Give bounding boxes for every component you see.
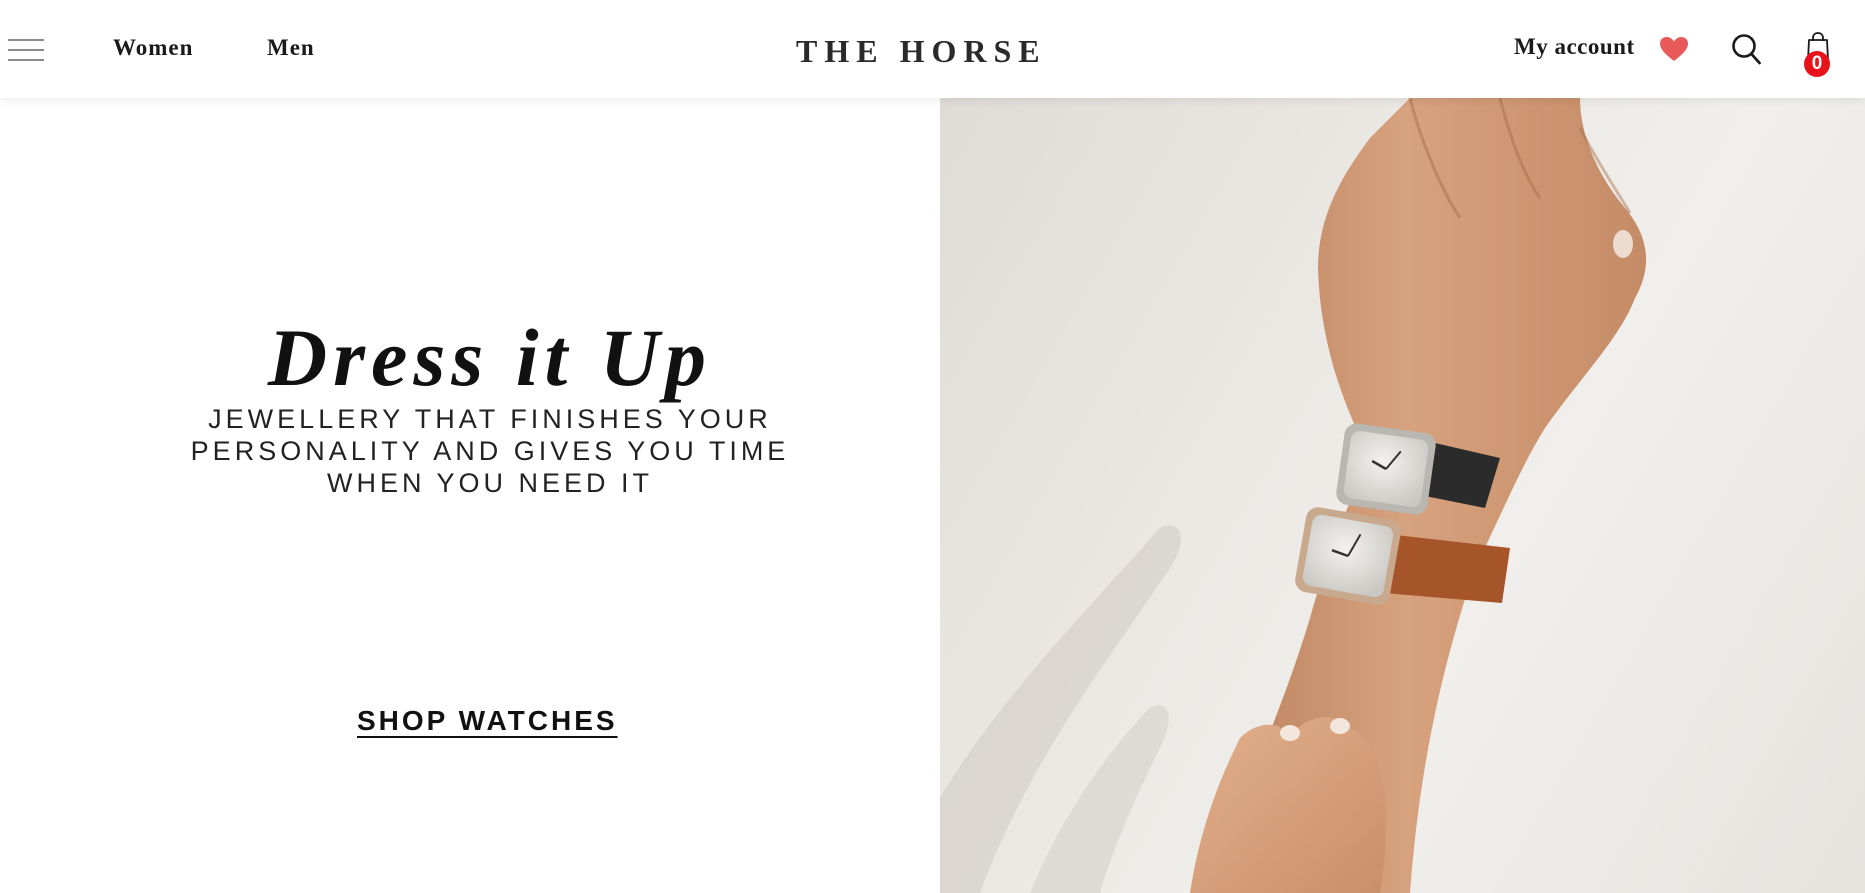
hero-image <box>940 98 1865 893</box>
wrist-watches-photo <box>940 98 1647 893</box>
brand-logo[interactable]: THE HORSE <box>796 33 1047 70</box>
search-icon[interactable] <box>1731 33 1761 65</box>
nav-women-link[interactable]: Women <box>113 35 193 61</box>
nav-men-link[interactable]: Men <box>267 35 315 61</box>
shop-watches-link[interactable]: SHOP WATCHES <box>357 705 618 737</box>
hero-headline: Dress it Up <box>267 312 713 403</box>
cart-count-badge: 0 <box>1804 51 1830 77</box>
cart-button[interactable]: 0 <box>1802 32 1832 78</box>
site-header: Women Men THE HORSE My account 0 <box>0 0 1865 98</box>
hero-subheadline: JEWELLERY THAT FINISHES YOUR PERSONALITY… <box>190 404 790 498</box>
heart-icon[interactable] <box>1659 36 1689 62</box>
hamburger-menu-icon[interactable] <box>8 39 44 63</box>
my-account-link[interactable]: My account <box>1514 34 1635 60</box>
hero-text-panel: Dress it Up JEWELLERY THAT FINISHES YOUR… <box>0 98 940 893</box>
